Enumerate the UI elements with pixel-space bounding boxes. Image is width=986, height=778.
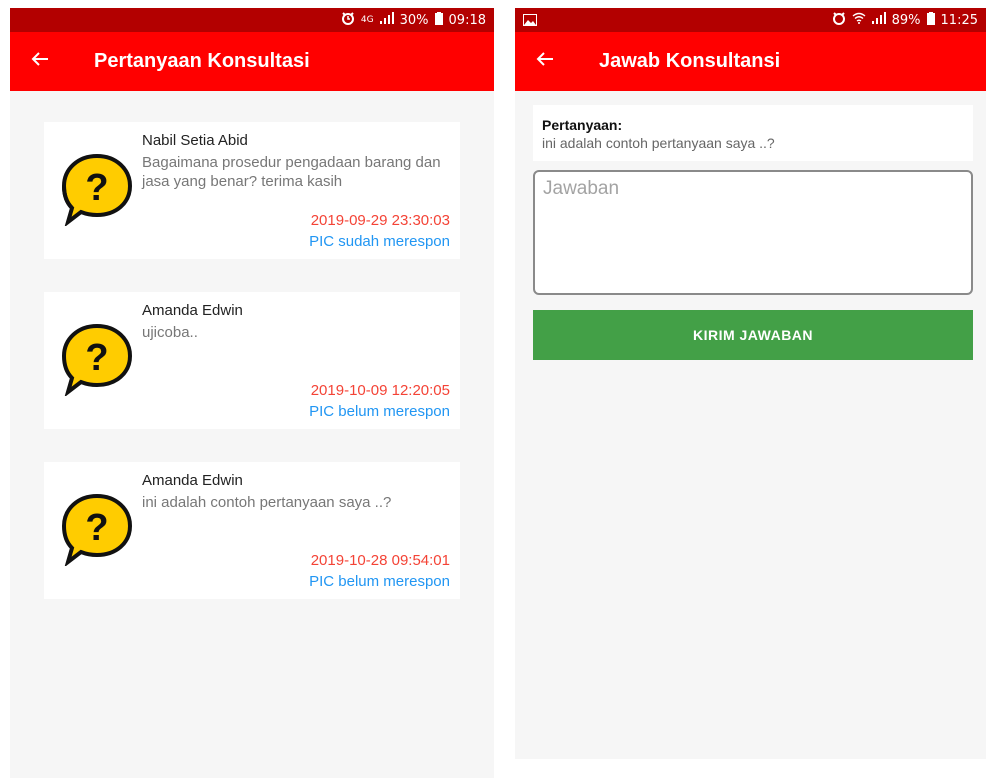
sender-name: Amanda Edwin [142,302,243,319]
timestamp: 2019-10-28 09:54:01 [310,552,450,569]
battery-percent: 30% [399,12,429,28]
answer-input[interactable] [533,170,973,295]
svg-text:?: ? [85,167,108,209]
question-text: ujicoba.. [142,324,198,341]
app-bar: Pertanyaan Konsultasi [10,32,494,91]
alarm-icon [832,11,846,29]
question-text: ini adalah contoh pertanyaan saya ..? [142,494,392,511]
status-time: 09:18 [448,12,486,28]
question-text: Bagaimana prosedur pengadaan barang dan … [142,154,441,190]
battery-percent: 89% [891,12,921,28]
page-title: Pertanyaan Konsultasi [94,50,310,72]
svg-text:?: ? [85,507,108,549]
image-notification-icon [523,14,537,26]
timestamp: 2019-10-09 12:20:05 [310,382,450,399]
page-title: Jawab Konsultansi [599,50,781,72]
timestamp: 2019-09-29 23:30:03 [310,212,450,229]
arrow-left-icon [31,51,49,72]
battery-icon [434,11,443,29]
status-bar: 4G 30% 09:18 [10,8,494,32]
network-label: 4G [360,15,374,25]
svg-text:?: ? [85,337,108,379]
signal-icon [379,12,394,28]
question-box: Pertanyaan: ini adalah contoh pertanyaan… [533,105,973,161]
battery-icon [926,11,935,29]
app-bar: Jawab Konsultansi [515,32,986,91]
question-bubble-icon: ? [60,492,134,568]
question-text: ini adalah contoh pertanyaan saya ..? [542,135,775,151]
sender-name: Nabil Setia Abid [142,132,248,149]
back-button[interactable] [10,51,70,72]
status-bar: 89% 11:25 [515,8,986,32]
consultation-list-screen: 4G 30% 09:18 Pertanyaan Konsultasi ? Nab… [10,8,494,778]
send-answer-button[interactable]: KIRIM JAWABAN [533,310,973,360]
alarm-icon [341,11,355,29]
response-status: PIC belum merespon [309,403,450,420]
consultation-card[interactable]: ? Amanda Edwin ini adalah contoh pertany… [44,462,460,599]
question-bubble-icon: ? [60,322,134,398]
answer-consultation-screen: 89% 11:25 Jawab Konsultansi Pertanyaan: … [515,8,986,759]
back-button[interactable] [515,51,575,72]
status-time: 11:25 [940,12,978,28]
question-label: Pertanyaan: [542,117,623,133]
consultation-card[interactable]: ? Nabil Setia Abid Bagaimana prosedur pe… [44,122,460,259]
wifi-icon [852,12,866,28]
question-bubble-icon: ? [60,152,134,228]
arrow-left-icon [536,51,554,72]
response-status: PIC sudah merespon [309,233,450,250]
response-status: PIC belum merespon [309,573,450,590]
signal-icon [871,12,886,28]
consultation-card[interactable]: ? Amanda Edwin ujicoba.. 2019-10-09 12:2… [44,292,460,429]
sender-name: Amanda Edwin [142,472,243,489]
